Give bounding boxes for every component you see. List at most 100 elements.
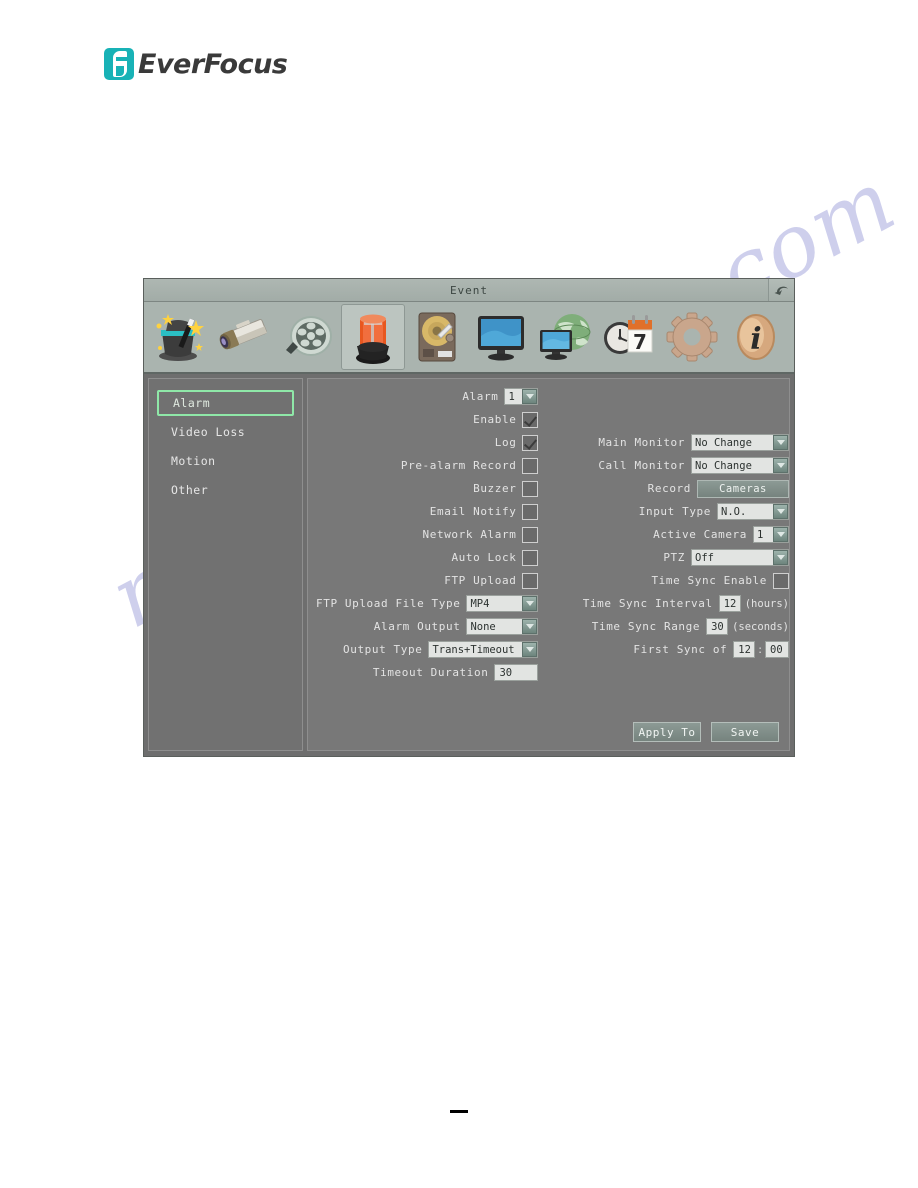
hard-disk-icon <box>418 312 456 362</box>
field-label: Buzzer <box>473 482 517 495</box>
chevron-down-icon <box>522 389 538 404</box>
ftp-upload-file-type-value: MP4 <box>470 597 490 610</box>
output-type-select[interactable]: Trans+Timeout <box>428 641 539 658</box>
field-enable: Enable <box>316 408 539 431</box>
sidebar-item-alarm[interactable]: Alarm <box>157 390 294 416</box>
field-label: Record <box>647 482 691 495</box>
monitor-icon <box>477 316 524 361</box>
save-button[interactable]: Save <box>711 722 779 742</box>
toolbar-item-system[interactable] <box>660 304 724 370</box>
toolbar-item-event[interactable] <box>341 304 406 370</box>
first-sync-hour-input[interactable]: 12 <box>733 641 756 658</box>
pre-alarm-record-checkbox[interactable] <box>522 457 539 474</box>
buzzer-checkbox[interactable] <box>522 480 539 497</box>
auto-lock-checkbox[interactable] <box>522 549 539 566</box>
field-label: Pre-alarm Record <box>400 459 517 472</box>
panel-footer: Apply To Save <box>633 722 779 742</box>
clock-calendar-icon: 7 <box>604 315 653 354</box>
toolbar-item-information[interactable]: i <box>724 304 788 370</box>
field-ftp-upload: FTP Upload <box>316 569 539 592</box>
toolbar-item-network[interactable] <box>533 304 597 370</box>
time-separator: : <box>758 643 762 656</box>
toolbar-item-camera[interactable] <box>214 304 278 370</box>
right-column-spacer <box>554 385 789 408</box>
main-monitor-select[interactable]: No Change <box>691 434 789 451</box>
chevron-down-icon <box>773 435 788 450</box>
camera-icon <box>219 319 267 350</box>
time-sync-interval-input[interactable]: 12 <box>718 595 741 612</box>
field-label: Email Notify <box>429 505 517 518</box>
toolbar-item-display[interactable] <box>469 304 533 370</box>
timeout-duration-input[interactable]: 30 <box>494 664 539 681</box>
ptz-select[interactable]: Off <box>691 549 789 566</box>
page-root: EverFocus Event 7 i Alarm Video Loss Mot… <box>0 0 918 1188</box>
time-sync-interval-unit: (hours) <box>744 597 789 610</box>
field-label: Time Sync Interval <box>582 597 713 610</box>
field-active-camera: Active Camera 1 <box>554 523 789 546</box>
window-body: Alarm Video Loss Motion Other Alarm 1 En… <box>144 374 794 755</box>
sidebar-item-other[interactable]: Other <box>157 477 294 503</box>
output-type-value: Trans+Timeout <box>432 643 515 656</box>
first-sync-minute-input[interactable]: 00 <box>765 641 789 658</box>
field-label: Main Monitor <box>598 436 685 449</box>
input-type-select[interactable]: N.O. <box>717 503 789 520</box>
record-cameras-button[interactable]: Cameras <box>697 479 789 498</box>
field-label: Alarm Output <box>373 620 461 633</box>
window-titlebar: Event <box>144 279 794 302</box>
active-camera-select[interactable]: 1 <box>753 526 789 543</box>
field-email-notify: Email Notify <box>316 500 539 523</box>
call-monitor-select[interactable]: No Change <box>691 457 789 474</box>
sidebar-item-motion[interactable]: Motion <box>157 448 294 474</box>
toolbar-item-disk[interactable] <box>405 304 469 370</box>
field-label: Alarm <box>462 390 499 403</box>
everfocus-f-icon <box>104 48 134 80</box>
svg-text:7: 7 <box>634 330 648 354</box>
input-type-value: N.O. <box>721 505 747 518</box>
wizard-icon <box>156 314 204 361</box>
toolbar-item-wizard[interactable] <box>150 304 214 370</box>
time-sync-enable-checkbox[interactable] <box>773 572 789 589</box>
dvr-window: Event 7 i Alarm Video Loss Motion Other … <box>143 278 795 757</box>
field-alarm-output: Alarm Output None <box>316 615 539 638</box>
module-toolbar: 7 i <box>144 302 794 374</box>
network-globe-icon <box>539 314 591 360</box>
field-call-monitor: Call Monitor No Change <box>554 454 789 477</box>
field-label: Input Type <box>638 505 711 518</box>
log-checkbox[interactable] <box>522 434 539 451</box>
chevron-down-icon <box>522 619 538 634</box>
sidebar-item-video-loss[interactable]: Video Loss <box>157 419 294 445</box>
gear-icon <box>666 312 718 362</box>
enable-checkbox[interactable] <box>522 411 539 428</box>
alarm-select[interactable]: 1 <box>504 388 539 405</box>
time-sync-range-unit: (seconds) <box>732 620 789 633</box>
field-ptz: PTZ Off <box>554 546 789 569</box>
ftp-upload-file-type-select[interactable]: MP4 <box>466 595 539 612</box>
field-buzzer: Buzzer <box>316 477 539 500</box>
field-record: Record Cameras <box>554 477 789 500</box>
field-auto-lock: Auto Lock <box>316 546 539 569</box>
apply-to-button[interactable]: Apply To <box>633 722 701 742</box>
alarm-select-value: 1 <box>508 390 515 403</box>
email-notify-checkbox[interactable] <box>522 503 539 520</box>
field-time-sync-range: Time Sync Range 30 (seconds) <box>554 615 789 638</box>
field-label: Log <box>494 436 517 449</box>
field-time-sync-interval: Time Sync Interval 12 (hours) <box>554 592 789 615</box>
alarm-form: Alarm 1 Enable Log Pre-alarm Record Buzz… <box>308 385 789 684</box>
alarm-output-select[interactable]: None <box>466 618 539 635</box>
field-timeout-duration: Timeout Duration 30 <box>316 661 539 684</box>
chevron-down-icon <box>522 596 538 611</box>
field-label: PTZ <box>663 551 685 564</box>
field-label: Timeout Duration <box>372 666 489 679</box>
network-alarm-checkbox[interactable] <box>522 526 539 543</box>
chevron-down-icon <box>773 550 788 565</box>
toolbar-item-record[interactable] <box>278 304 342 370</box>
toolbar-item-schedule[interactable]: 7 <box>597 304 661 370</box>
event-sidebar: Alarm Video Loss Motion Other <box>148 378 303 751</box>
back-button[interactable] <box>768 279 794 301</box>
time-sync-range-input[interactable]: 30 <box>706 618 729 635</box>
field-time-sync-enable: Time Sync Enable <box>554 569 789 592</box>
field-network-alarm: Network Alarm <box>316 523 539 546</box>
ftp-upload-checkbox[interactable] <box>522 572 539 589</box>
field-input-type: Input Type N.O. <box>554 500 789 523</box>
svg-text:i: i <box>750 322 761 357</box>
